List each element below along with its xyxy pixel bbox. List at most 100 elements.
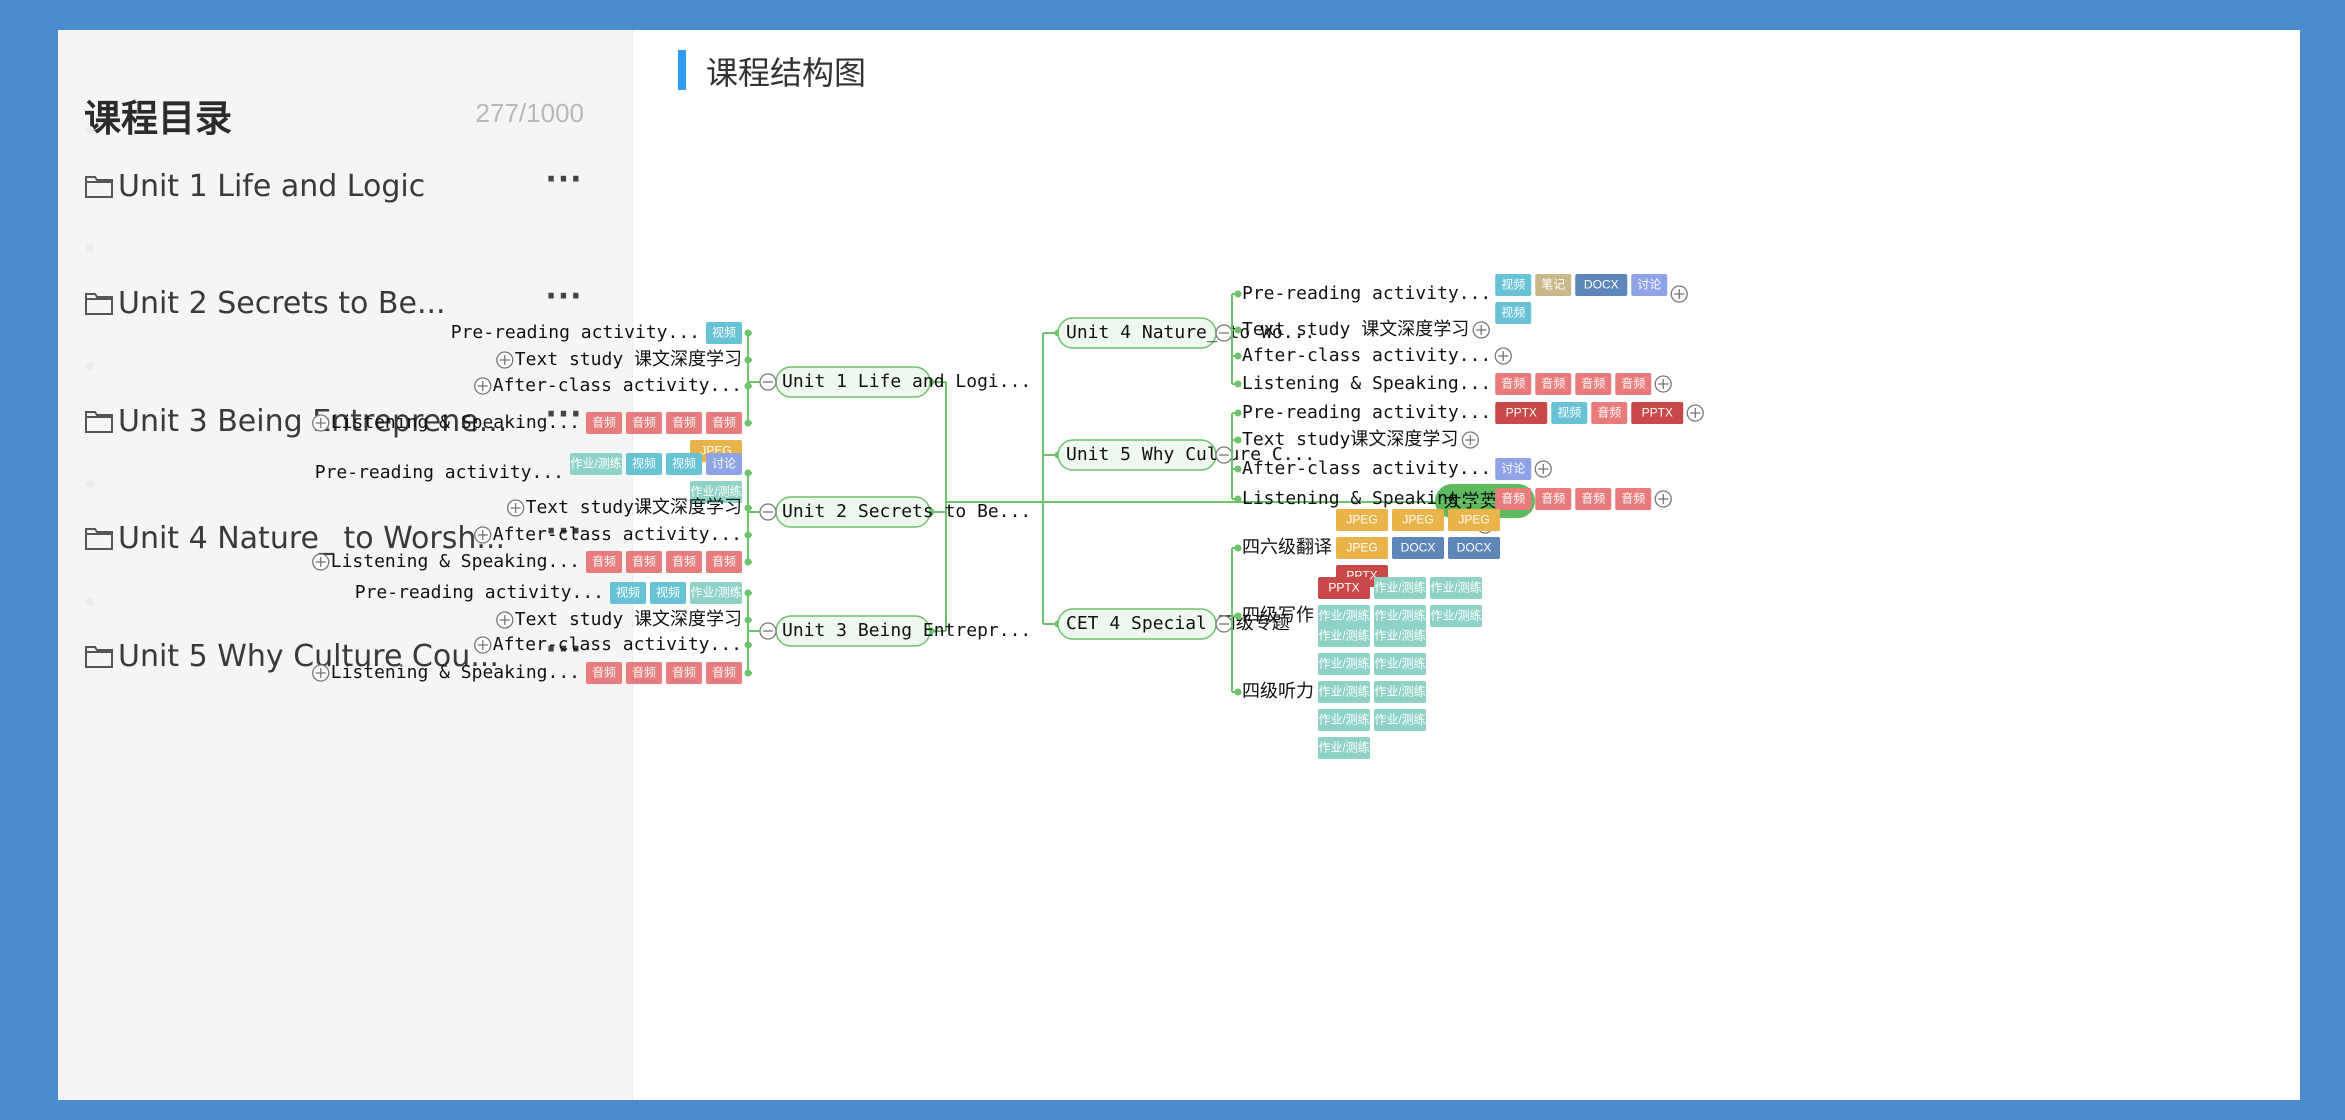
topic-node-label: Listening & Speaking... [1242, 373, 1491, 394]
topic-node-label: Text study课文深度学习 [526, 497, 742, 518]
resource-tag-label: JPEG [1402, 513, 1433, 527]
resource-tag-label: 音频 [672, 665, 696, 680]
connector-dot [1234, 290, 1242, 298]
topic-node-label: Pre-reading activity... [451, 322, 700, 343]
course-structure-mindmap: 大学英语3Unit 1 Life and Logi...视频Pre-readin… [312, 274, 1704, 759]
resource-tag-label: 音频 [632, 554, 656, 569]
resource-tag-label: 视频 [656, 585, 680, 600]
resource-tag-label: 音频 [592, 415, 616, 430]
topic-node-label: After-class activity... [493, 524, 742, 545]
topic-node-label: Pre-reading activity... [1242, 402, 1491, 423]
connector-dot [1234, 465, 1242, 473]
topic-node-label: 四级听力 [1242, 681, 1314, 702]
connector-dot [744, 382, 752, 390]
resource-tag-label: 音频 [1501, 491, 1525, 506]
resource-tag-label: DOCX [1584, 278, 1619, 292]
resource-tag-label: 音频 [632, 415, 656, 430]
resource-tag-label: 作业/测练 [1318, 712, 1369, 727]
resource-tag-label: 作业/测练 [690, 585, 741, 600]
resource-tag-label: 作业/测练 [1430, 608, 1481, 623]
connector-dot [744, 589, 752, 597]
connector-dot [744, 558, 752, 566]
unit-node-label: Unit 3 Being Entrepr... [782, 620, 1031, 641]
connector-dot [744, 419, 752, 427]
connector-dot [744, 329, 752, 337]
connector-dot [1234, 352, 1242, 360]
connector-dot [744, 469, 752, 477]
resource-tag-label: 作业/测练 [1374, 712, 1425, 727]
connector-dot [1234, 688, 1242, 696]
resource-tag-label: 作业/测练 [1374, 608, 1425, 623]
resource-tag-label: 作业/测练 [1318, 684, 1369, 699]
connector-dot [744, 356, 752, 364]
resource-tag-label: JPEG [1458, 513, 1489, 527]
resource-tag-label: 视频 [712, 325, 736, 340]
resource-tag-label: 作业/测练 [1374, 656, 1425, 671]
topic-node-label: Text study 课文深度学习 [515, 609, 742, 630]
resource-tag-label: 音频 [672, 415, 696, 430]
connector-dot [1234, 612, 1242, 620]
resource-tag-label: 音频 [1621, 376, 1645, 391]
resource-tag-label: 作业/测练 [1374, 580, 1425, 595]
resource-tag-label: 音频 [1621, 491, 1645, 506]
resource-tag-label: 笔记 [1541, 277, 1565, 292]
resource-tag-label: 音频 [712, 665, 736, 680]
topic-node-label: After-class activity... [1242, 345, 1491, 366]
topic-node-label: Text study课文深度学习 [1242, 429, 1458, 450]
resource-tag-label: 作业/测练 [570, 456, 621, 471]
unit-node-label: Unit 2 Secrets to Be... [782, 501, 1031, 522]
resource-tag-label: 音频 [1541, 491, 1565, 506]
resource-tag-label: 视频 [672, 456, 696, 471]
connector-dot [1234, 326, 1242, 334]
topic-node-label: After-class activity... [493, 634, 742, 655]
resource-tag-label: 作业/测练 [1318, 656, 1369, 671]
resource-tag-label: 音频 [632, 665, 656, 680]
unit-node-label: Unit 1 Life and Logi... [782, 371, 1031, 392]
resource-tag-label: 音频 [1581, 491, 1605, 506]
resource-tag-label: 视频 [616, 585, 640, 600]
resource-tag-label: 视频 [632, 456, 656, 471]
resource-tag-label: 讨论 [1637, 278, 1661, 292]
resource-tag-label: PPTX [1506, 406, 1537, 420]
connector-dot [1234, 544, 1242, 552]
connector-dot [1234, 380, 1242, 388]
topic-node-label: After-class activity... [493, 375, 742, 396]
resource-tag-label: 作业/测练 [1374, 628, 1425, 643]
connector-dot [1234, 495, 1242, 503]
resource-tag-label: 音频 [1501, 376, 1525, 391]
connector-dot [744, 641, 752, 649]
resource-tag-label: PPTX [1328, 581, 1359, 595]
resource-tag-label: 讨论 [1501, 462, 1525, 476]
topic-node-label: After-class activity... [1242, 458, 1491, 479]
topic-node-label: Pre-reading activity... [1242, 283, 1491, 304]
resource-tag-label: 讨论 [712, 457, 736, 471]
connector-dot [744, 669, 752, 677]
connector-dot [744, 504, 752, 512]
resource-tag-label: 作业/测练 [1318, 628, 1369, 643]
resource-tag-label: 音频 [1541, 376, 1565, 391]
topic-node-label: Text study 课文深度学习 [515, 349, 742, 370]
connector-dot [744, 616, 752, 624]
connector-dot [744, 531, 752, 539]
topic-node-label: 四级写作 [1242, 605, 1314, 626]
topic-node-label: Text study 课文深度学习 [1242, 319, 1469, 340]
resource-tag-label: JPEG [1346, 541, 1377, 555]
resource-tag-label: 作业/测练 [1318, 740, 1369, 755]
resource-tag-label: 视频 [1557, 405, 1581, 420]
resource-tag-label: DOCX [1401, 541, 1436, 555]
resource-tag-label: 视频 [1501, 277, 1525, 292]
topic-node-label: Pre-reading activity... [315, 462, 564, 483]
resource-tag-label: 音频 [1597, 405, 1621, 420]
resource-tag-label: DOCX [1457, 541, 1492, 555]
resource-tag-label: 音频 [712, 415, 736, 430]
resource-tag-label: 作业/测练 [1430, 580, 1481, 595]
resource-tag-label: 音频 [712, 554, 736, 569]
resource-tag-label: JPEG [1346, 513, 1377, 527]
topic-node-label: Pre-reading activity... [355, 582, 604, 603]
topic-node-label: Listening & Speaking... [331, 412, 580, 433]
resource-tag-label: 视频 [1501, 305, 1525, 320]
topic-node-label: Listening & Speaking... [331, 662, 580, 683]
app-frame: 课程目录 277/1000 Unit 1 Life and Logic ··· … [58, 30, 2300, 1100]
resource-tag-label: 音频 [592, 665, 616, 680]
topic-node-label: Listening & Speaking... [1242, 488, 1491, 509]
